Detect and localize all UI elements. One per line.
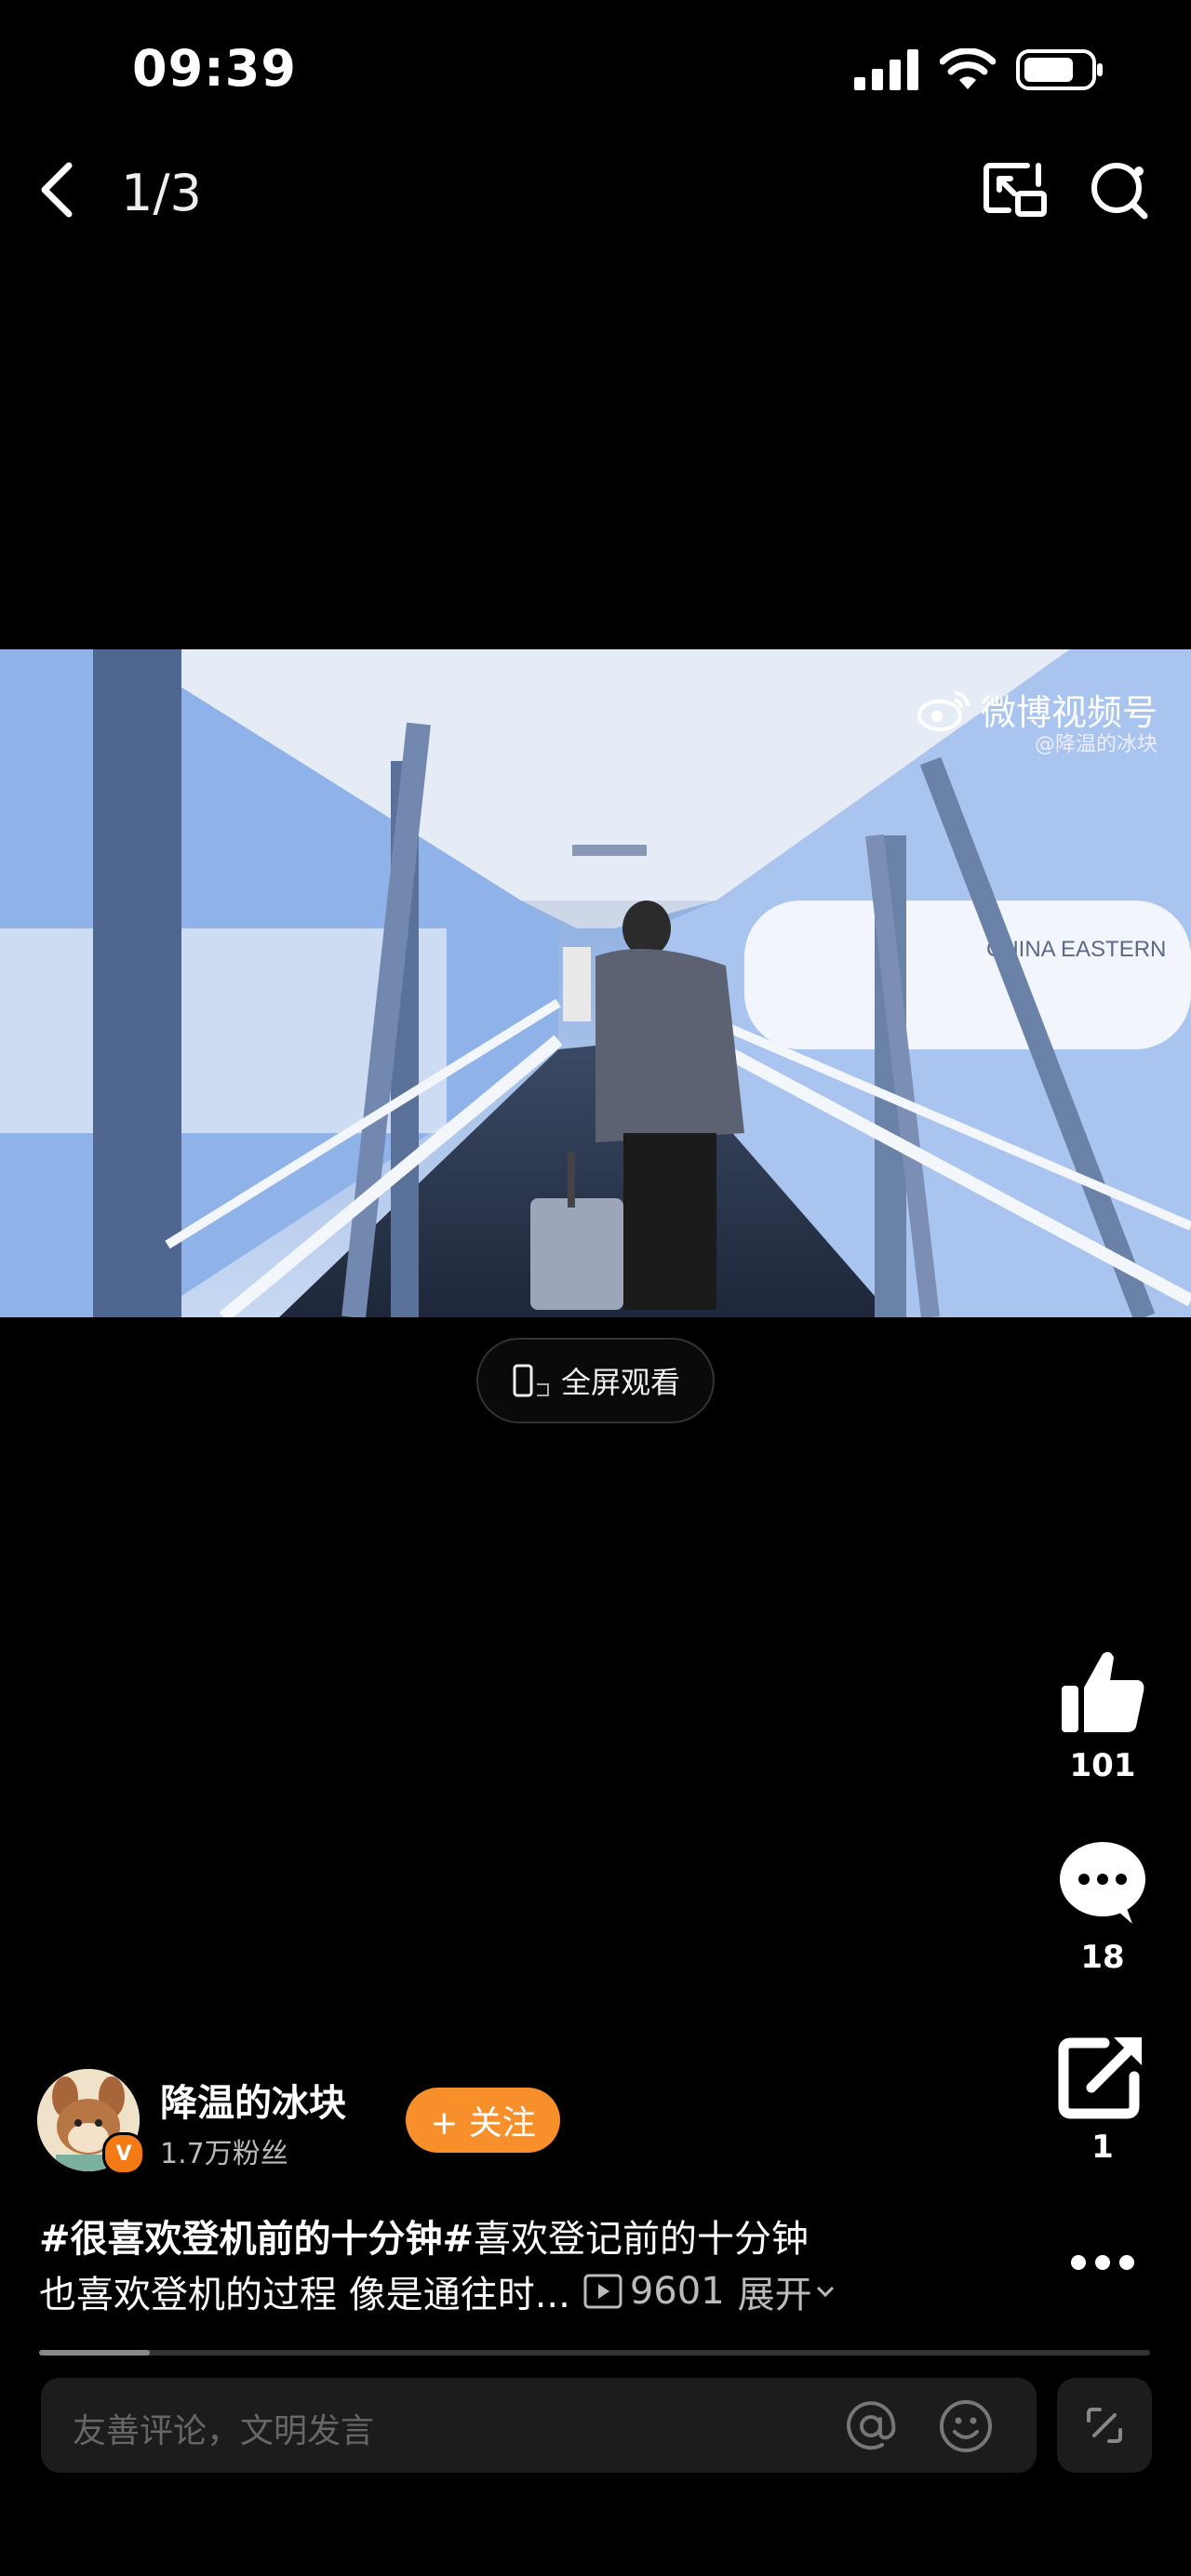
fullscreen-label: 全屏观看 [560,1365,680,1400]
phone-rotate-icon [513,1364,549,1397]
caption-text-2: 也喜欢登机的过程 像是通往时... [39,2274,570,2316]
search-button[interactable] [1083,156,1158,223]
more-dots-icon [1071,2255,1134,2270]
video-progress-track[interactable] [39,2350,1150,2356]
caption-line-1: #很喜欢登机前的十分钟#喜欢登记前的十分钟 [39,2209,809,2262]
comment-count: 18 [1080,1939,1125,1976]
mention-button[interactable] [843,2398,899,2454]
watermark-username: @降温的冰块 [1034,733,1158,756]
fullscreen-button[interactable]: 全屏观看 [476,1338,715,1423]
battery-icon [1016,49,1103,90]
emoji-icon [940,2400,992,2452]
emoji-button[interactable] [938,2398,994,2454]
at-icon [847,2401,896,2450]
like-button[interactable]: 101 [1014,1647,1191,1784]
view-count: 9601 [583,2270,725,2313]
status-icons [854,48,1104,91]
author-fans: 1.7万粉丝 [160,2138,288,2170]
search-icon [1091,163,1148,220]
video-player[interactable]: CHINA EASTERN [0,649,1191,1317]
chevron-down-icon [816,2286,834,2298]
play-count-icon [583,2274,622,2309]
signal-icon [854,49,918,90]
expand-comments-button[interactable] [1057,2378,1152,2473]
comment-placeholder: 友善评论，文明发言 [73,2412,375,2450]
chevron-left-icon [41,162,73,218]
expand-label: 展开 [737,2274,812,2316]
author-name[interactable]: 降温的冰块 [160,2073,346,2127]
comment-bubble-icon [1060,1842,1145,1924]
back-button[interactable] [30,156,86,223]
status-time: 09:39 [132,39,297,98]
caption-hashtag[interactable]: #很喜欢登机前的十分钟# [39,2218,474,2261]
share-button[interactable]: 1 [1014,2032,1191,2166]
picture-in-picture-icon [984,163,1047,217]
wifi-icon [940,48,996,89]
thumbs-up-icon [1062,1651,1144,1732]
follow-button[interactable]: + 关注 [406,2088,560,2153]
caption-text-1: 喜欢登记前的十分钟 [474,2218,810,2261]
expand-icon [1087,2408,1122,2443]
weibo-logo-icon [917,690,970,731]
video-frame: CHINA EASTERN [0,649,1191,1317]
like-count: 101 [1069,1747,1136,1784]
caption-line-2: 也喜欢登机的过程 像是通往时... 9601 展开 [39,2264,838,2318]
share-icon [1058,2037,1142,2119]
expand-button[interactable]: 展开 [738,2264,838,2318]
picture-in-picture-button[interactable] [977,156,1051,223]
verified-badge: V [102,2132,145,2175]
view-count-value: 9601 [629,2270,725,2313]
more-button[interactable] [1014,2244,1191,2281]
page-counter: 1/3 [121,164,202,222]
comment-button[interactable]: 18 [1014,1838,1191,1976]
share-count: 1 [1091,2129,1114,2166]
video-progress-fill [39,2350,150,2356]
